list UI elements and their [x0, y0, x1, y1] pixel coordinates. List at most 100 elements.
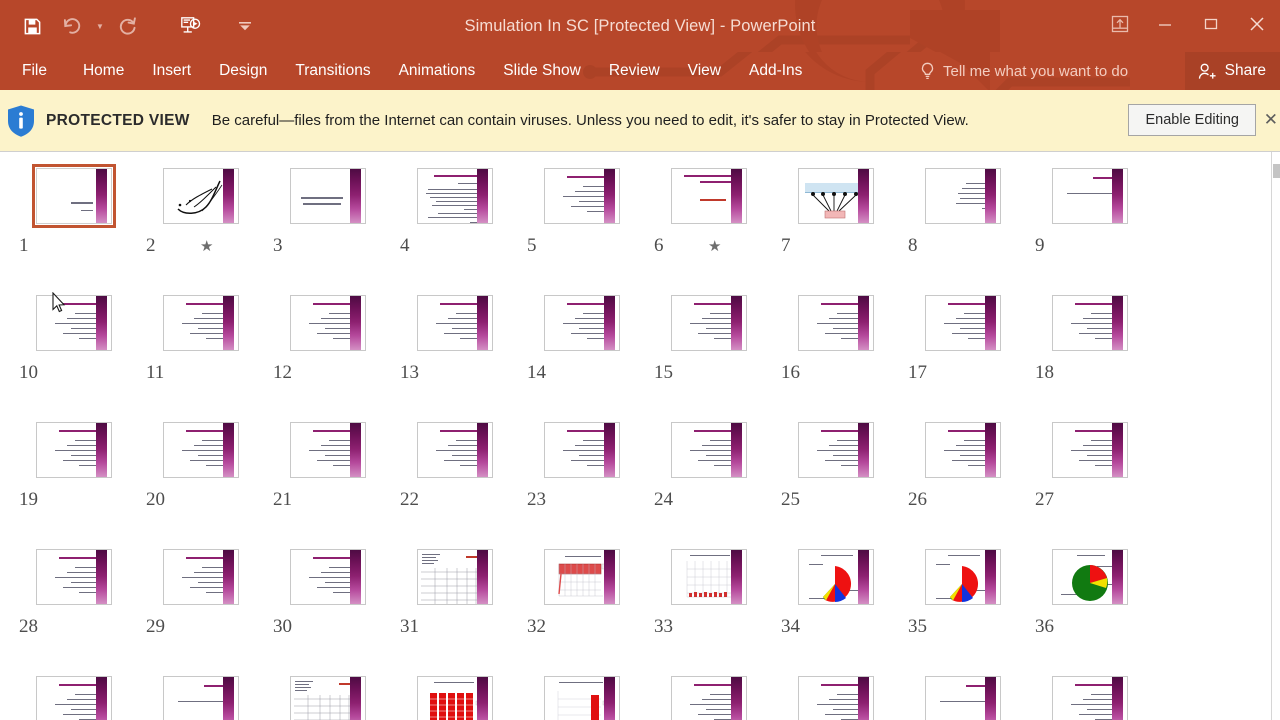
slide-cell[interactable]: 5 — [518, 164, 645, 257]
share-button[interactable]: Share — [1184, 52, 1280, 90]
slide-cell[interactable]: 27 — [1026, 418, 1153, 511]
redo-icon[interactable] — [108, 6, 148, 46]
close-protected-view-bar-icon[interactable]: ✕ — [1264, 110, 1278, 130]
slide-cell[interactable]: 9 — [1026, 164, 1153, 257]
window-controls[interactable] — [1098, 0, 1280, 48]
slide-cell[interactable]: 30 — [264, 545, 391, 638]
slide-thumbnail[interactable] — [1048, 545, 1132, 609]
tab-slide-show[interactable]: Slide Show — [489, 52, 595, 90]
slide-cell[interactable]: 7 — [772, 164, 899, 257]
slide-thumbnail[interactable] — [413, 164, 497, 228]
slide-thumbnail[interactable] — [159, 164, 243, 228]
minimize-icon[interactable] — [1142, 0, 1188, 48]
slide-cell[interactable]: 14 — [518, 291, 645, 384]
slide-thumbnail[interactable] — [794, 291, 878, 355]
slide-thumbnail[interactable] — [667, 672, 751, 720]
slide-cell[interactable]: 3 — [264, 164, 391, 257]
slide-cell[interactable]: 40 — [391, 672, 518, 720]
animation-star-icon[interactable]: ★ — [200, 237, 213, 255]
slide-thumbnail[interactable] — [159, 291, 243, 355]
slide-cell[interactable]: 24 — [645, 418, 772, 511]
slide-thumbnail[interactable] — [794, 545, 878, 609]
undo-icon[interactable] — [52, 6, 92, 46]
slide-cell[interactable]: 29 — [137, 545, 264, 638]
quick-access-toolbar[interactable]: ▼ — [12, 0, 258, 52]
slide-cell[interactable]: 16 — [772, 291, 899, 384]
tab-home[interactable]: Home — [69, 52, 138, 90]
slide-thumbnail[interactable] — [1048, 418, 1132, 482]
tab-review[interactable]: Review — [595, 52, 674, 90]
slide-thumbnail[interactable] — [921, 672, 1005, 720]
slide-thumbnail[interactable] — [159, 418, 243, 482]
slide-cell[interactable]: 23 — [518, 418, 645, 511]
slide-cell[interactable]: 28 — [10, 545, 137, 638]
slide-cell[interactable]: 6 ★ — [645, 164, 772, 257]
slide-thumbnail[interactable] — [32, 545, 116, 609]
tell-me-search[interactable]: Tell me what you want to do — [920, 52, 1185, 90]
vertical-scrollbar[interactable] — [1271, 152, 1280, 720]
slide-cell[interactable]: 41 — [518, 672, 645, 720]
slide-cell[interactable]: 19 — [10, 418, 137, 511]
slide-thumbnail[interactable] — [32, 672, 116, 720]
tab-transitions[interactable]: Transitions — [281, 52, 384, 90]
ribbon-tabs[interactable]: File Home Insert Design Transitions Anim… — [0, 52, 816, 90]
slide-thumbnail[interactable] — [286, 672, 370, 720]
slide-thumbnail[interactable] — [667, 164, 751, 228]
slide-thumbnail[interactable] — [921, 164, 1005, 228]
slide-cell[interactable]: 37 — [10, 672, 137, 720]
slide-thumbnail[interactable] — [1048, 291, 1132, 355]
slide-cell[interactable]: 4 — [391, 164, 518, 257]
slide-cell[interactable]: 10 — [10, 291, 137, 384]
start-slideshow-icon[interactable] — [170, 6, 210, 46]
slide-thumbnail[interactable] — [413, 672, 497, 720]
slide-thumbnail[interactable] — [794, 164, 878, 228]
slide-cell[interactable]: 20 — [137, 418, 264, 511]
slide-thumbnail[interactable] — [286, 164, 370, 228]
scrollbar-thumb[interactable] — [1273, 164, 1280, 178]
slide-cell[interactable]: 15 — [645, 291, 772, 384]
enable-editing-button[interactable]: Enable Editing — [1128, 104, 1256, 136]
tab-view[interactable]: View — [674, 52, 735, 90]
slide-thumbnail[interactable] — [540, 672, 624, 720]
slide-cell[interactable]: 18 — [1026, 291, 1153, 384]
slide-cell[interactable]: 12 — [264, 291, 391, 384]
slide-cell[interactable]: 11 — [137, 291, 264, 384]
slide-thumbnail[interactable] — [540, 291, 624, 355]
slide-cell[interactable]: 38 — [137, 672, 264, 720]
slide-cell[interactable]: 1 — [10, 164, 137, 257]
slide-thumbnail[interactable] — [413, 545, 497, 609]
slide-cell[interactable]: 33 — [645, 545, 772, 638]
tab-animations[interactable]: Animations — [385, 52, 490, 90]
slide-thumbnail[interactable] — [921, 291, 1005, 355]
slide-thumbnail[interactable] — [413, 418, 497, 482]
slide-thumbnail[interactable] — [540, 164, 624, 228]
slide-thumbnail[interactable] — [921, 545, 1005, 609]
customize-qat-icon[interactable] — [232, 6, 258, 46]
slide-cell[interactable]: 36 — [1026, 545, 1153, 638]
slide-thumbnail[interactable] — [413, 291, 497, 355]
slide-cell[interactable]: 26 — [899, 418, 1026, 511]
slide-thumbnail[interactable] — [159, 545, 243, 609]
slide-thumbnail[interactable] — [1048, 164, 1132, 228]
slide-thumbnail[interactable] — [667, 418, 751, 482]
slide-cell[interactable]: 17 — [899, 291, 1026, 384]
slide-cell[interactable]: 34 — [772, 545, 899, 638]
slide-thumbnail[interactable] — [286, 291, 370, 355]
slide-thumbnail[interactable] — [286, 545, 370, 609]
slide-cell[interactable]: 45 — [1026, 672, 1153, 720]
slide-thumbnail[interactable] — [1048, 672, 1132, 720]
slide-thumbnail[interactable] — [921, 418, 1005, 482]
slide-cell[interactable]: 42 — [645, 672, 772, 720]
slide-thumbnail[interactable] — [31, 164, 116, 228]
slide-thumbnail[interactable] — [794, 672, 878, 720]
slide-cell[interactable]: 43 — [772, 672, 899, 720]
undo-dropdown-caret-icon[interactable]: ▼ — [92, 6, 108, 46]
slide-cell[interactable]: 44 — [899, 672, 1026, 720]
slide-cell[interactable]: 2 ★ — [137, 164, 264, 257]
slide-cell[interactable]: 35 — [899, 545, 1026, 638]
slide-thumbnail[interactable] — [667, 545, 751, 609]
slide-thumbnail[interactable] — [286, 418, 370, 482]
slide-cell[interactable]: 25 — [772, 418, 899, 511]
slide-cell[interactable]: 22 — [391, 418, 518, 511]
ribbon-display-options-icon[interactable] — [1098, 0, 1142, 48]
